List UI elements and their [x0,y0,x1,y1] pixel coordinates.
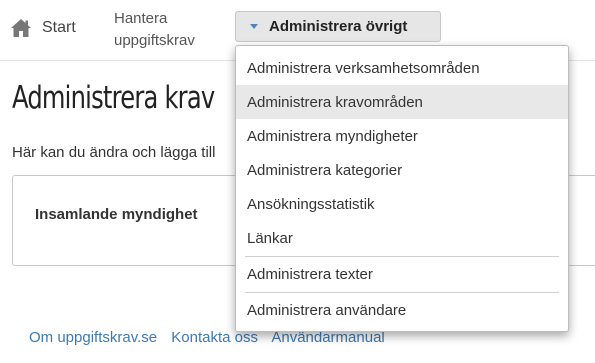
menu-item-texter[interactable]: Administrera texter [236,257,568,291]
menu-item-kravomraden[interactable]: Administrera kravområden [236,85,568,119]
administrera-ovrigt-dropdown-button[interactable]: Administrera övrigt [235,11,441,42]
menu-item-ansokningsstatistik[interactable]: Ansökningsstatistik [236,187,568,221]
nav-home-link[interactable]: Start [10,18,76,38]
menu-item-lankar[interactable]: Länkar [236,221,568,255]
nav-hantera-uppgiftskrav-link[interactable]: Hantera uppgiftskrav [114,8,224,52]
menu-item-myndigheter[interactable]: Administrera myndigheter [236,119,568,153]
page-title: Administrera krav [12,80,215,116]
administrera-ovrigt-menu: Administrera verksamhetsområden Administ… [235,45,569,332]
nav-home-label: Start [42,19,76,36]
insamlande-myndighet-label: Insamlande myndighet [35,206,198,223]
menu-item-anvandare[interactable]: Administrera användare [236,293,568,327]
menu-item-kategorier[interactable]: Administrera kategorier [236,153,568,187]
caret-down-icon [250,24,258,29]
dropdown-button-label: Administrera övrigt [269,18,408,35]
home-icon [11,19,31,37]
intro-text: Här kan du ändra och lägga till [12,144,216,161]
footer-link-om[interactable]: Om uppgiftskrav.se [29,329,157,346]
menu-item-verksamhetsomraden[interactable]: Administrera verksamhetsområden [236,51,568,85]
